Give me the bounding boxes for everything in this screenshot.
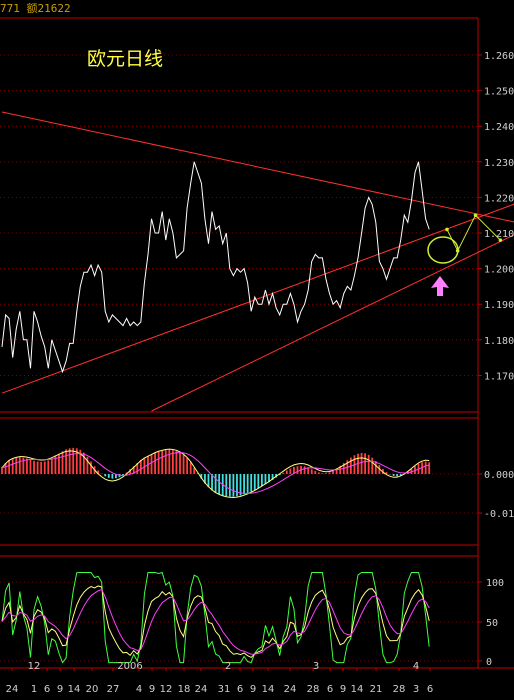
price-tick-label: 1.220 bbox=[484, 193, 514, 204]
kdj-k-line bbox=[1, 585, 430, 659]
x-day-label: 9 bbox=[149, 684, 155, 695]
macd-tick-label: 0.000 bbox=[484, 470, 514, 481]
x-day-label: 6 bbox=[327, 684, 333, 695]
price-tick-label: 1.190 bbox=[484, 300, 514, 311]
x-day-label: 6 bbox=[237, 684, 243, 695]
x-day-label: 20 bbox=[86, 684, 99, 695]
buy-arrow-icon bbox=[431, 276, 449, 296]
kdj-panel bbox=[1, 571, 430, 664]
x-month-label: 2 bbox=[225, 661, 231, 672]
projection-point bbox=[445, 227, 449, 232]
highlight-circle bbox=[427, 236, 459, 264]
x-day-label: 27 bbox=[107, 684, 120, 695]
kdj-tick-label: 0 bbox=[486, 657, 492, 668]
x-day-label: 31 bbox=[218, 684, 231, 695]
x-day-label: 21 bbox=[370, 684, 383, 695]
chart-canvas: 12 2006 2 3 424 1 6 9 14 20 27 4 9 12 18 24 31 6 9 14 24 28 6 9… bbox=[0, 17, 514, 695]
chart-grid bbox=[0, 54, 478, 662]
y-axis: 1.260 1.250 1.240 1.230 1.220 1.210 1.200 1.190… bbox=[478, 51, 514, 668]
price-tick-label: 1.260 bbox=[484, 51, 514, 62]
x-day-label: 6 bbox=[44, 684, 50, 695]
x-day-label: 24 bbox=[6, 684, 19, 695]
header-readout: 771 额21622 bbox=[0, 2, 71, 15]
x-day-label: 4 bbox=[136, 684, 142, 695]
price-tick-label: 1.230 bbox=[484, 158, 514, 169]
x-day-label: 12 bbox=[160, 684, 173, 695]
x-day-label: 6 bbox=[427, 684, 433, 695]
price-tick-label: 1.250 bbox=[484, 87, 514, 98]
kdj-tick-label: 50 bbox=[486, 618, 498, 629]
x-day-label: 24 bbox=[284, 684, 297, 695]
chart-title: 欧元日线 bbox=[87, 48, 164, 70]
x-axis: 12 2006 2 3 424 1 6 9 14 20 27 4 9 12 18 24 31 6 9 14 24 28 6 9… bbox=[6, 661, 434, 695]
x-month-label: 3 bbox=[313, 661, 319, 672]
chart-frame bbox=[0, 17, 514, 669]
x-day-label: 24 bbox=[195, 684, 208, 695]
price-tick-label: 1.200 bbox=[484, 265, 514, 276]
x-day-label: 14 bbox=[68, 684, 81, 695]
x-day-label: 28 bbox=[393, 684, 406, 695]
x-day-label: 9 bbox=[57, 684, 63, 695]
price-tick-label: 1.170 bbox=[484, 371, 514, 382]
price-tick-label: 1.180 bbox=[484, 336, 514, 347]
price-tick-label: 1.240 bbox=[484, 122, 514, 133]
kdj-j-line bbox=[1, 571, 430, 664]
kdj-tick-label: 100 bbox=[486, 578, 504, 589]
x-day-label: 28 bbox=[307, 684, 320, 695]
price-panel bbox=[1, 111, 514, 412]
x-day-label: 14 bbox=[351, 684, 364, 695]
x-day-label: 9 bbox=[340, 684, 346, 695]
projection-point bbox=[473, 213, 478, 217]
price-line bbox=[1, 161, 430, 374]
x-day-label: 18 bbox=[178, 684, 191, 695]
price-tick-label: 1.210 bbox=[484, 229, 514, 240]
x-day-label: 3 bbox=[413, 684, 419, 695]
x-day-label: 14 bbox=[262, 684, 275, 695]
macd-panel bbox=[1, 447, 431, 498]
x-day-label: 9 bbox=[250, 684, 256, 695]
macd-tick-label: -0.010 bbox=[484, 509, 514, 520]
x-day-label: 1 bbox=[31, 684, 37, 695]
trendline-resistance bbox=[1, 111, 514, 223]
